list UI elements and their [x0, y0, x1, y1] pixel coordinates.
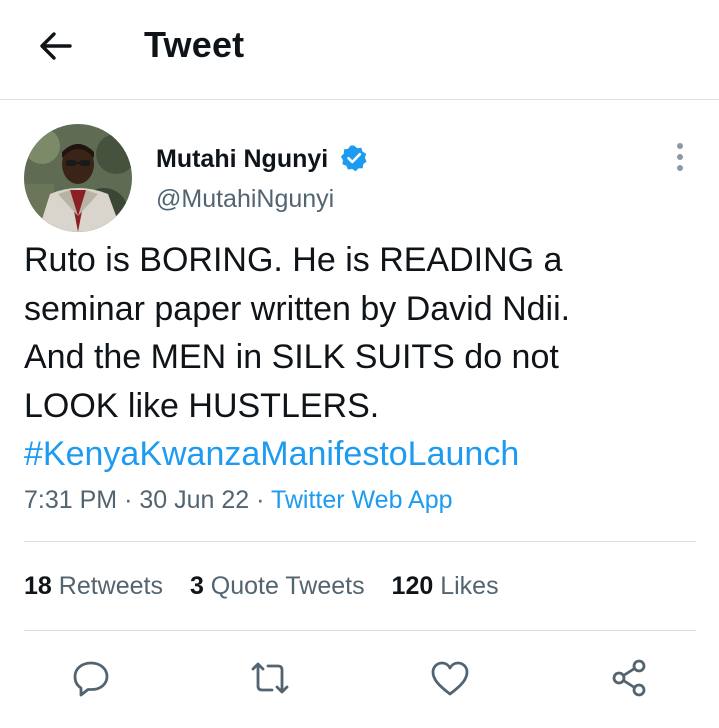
tweet-date: 30 Jun 22 [139, 486, 250, 514]
reply-icon[interactable] [69, 656, 113, 700]
likes-count: 120 [391, 572, 434, 600]
retweets-stat[interactable]: 18 Retweets [24, 570, 163, 602]
tweet-text-line: And the MEN in SILK SUITS do not [24, 338, 559, 376]
tweet-text-line: LOOK like HUSTLERS. [24, 386, 380, 425]
author-handle: @MutahiNgunyi [156, 185, 335, 213]
engagement-stats: 18 Retweets 3 Quote Tweets 120 Likes [24, 570, 519, 602]
tweet-text: Ruto is BORING. He is READING a seminar … [24, 236, 704, 479]
retweets-label: Retweets [58, 572, 163, 600]
retweets-count: 18 [24, 572, 52, 600]
arrow-left-icon[interactable] [36, 26, 76, 66]
meta-separator: · [256, 486, 265, 514]
likes-stat[interactable]: 120 Likes [392, 570, 499, 602]
more-options-icon[interactable] [668, 140, 692, 174]
divider [24, 630, 696, 631]
retweet-icon[interactable] [248, 656, 292, 700]
quote-tweets-count: 3 [189, 572, 204, 600]
hashtag-link[interactable]: #KenyaKwanzaManifestoLaunch [24, 430, 704, 479]
tweet-meta: 7:31 PM · 30 Jun 22 · Twitter Web App [24, 484, 453, 516]
quote-tweets-stat[interactable]: 3 Quote Tweets [190, 570, 365, 602]
top-bar: Tweet [0, 0, 719, 100]
divider [24, 541, 696, 542]
page-title: Tweet [144, 24, 245, 65]
source-link[interactable]: Twitter Web App [271, 486, 453, 514]
tweet-time: 7:31 PM [24, 486, 118, 514]
share-icon[interactable] [608, 656, 652, 700]
avatar[interactable] [24, 124, 132, 232]
meta-separator: · [124, 486, 133, 514]
like-icon[interactable] [428, 656, 472, 700]
verified-badge-icon [340, 144, 368, 172]
tweet-text-line: Ruto is BORING. He is READING a [24, 241, 563, 279]
likes-label: Likes [440, 572, 499, 600]
quote-tweets-label: Quote Tweets [210, 572, 365, 600]
tweet-text-line: seminar paper written by David Ndii. [24, 289, 571, 328]
author-name[interactable]: Mutahi Ngunyi [156, 144, 328, 174]
